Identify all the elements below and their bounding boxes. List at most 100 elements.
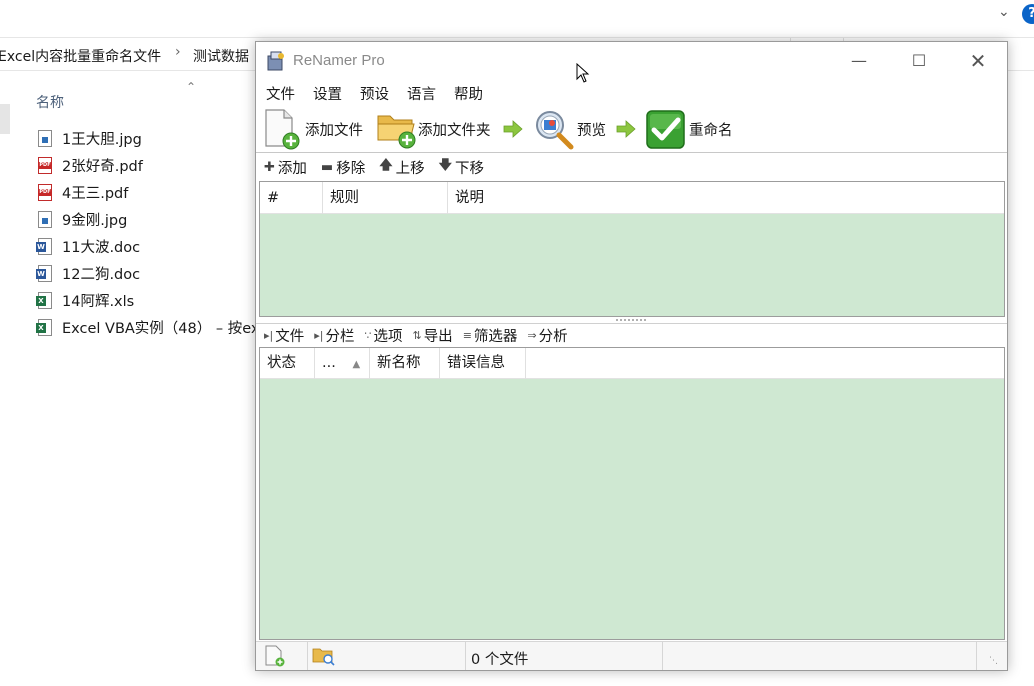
word-file-icon <box>36 238 52 255</box>
menu-presets[interactable]: 预设 <box>350 80 389 106</box>
menu-file[interactable]: 文件 <box>256 80 295 106</box>
add-rule-button[interactable]: ✚ 添加 <box>264 157 307 178</box>
add-folders-button[interactable]: 添加文件夹 <box>376 106 491 152</box>
breadcrumb-item-current[interactable]: 测试数据 <box>193 46 249 66</box>
magnifier-icon <box>536 111 574 150</box>
sort-ascending-icon: ▲ <box>352 359 361 370</box>
column-header-number[interactable]: # <box>260 182 323 214</box>
export-icon: ⇅ <box>412 329 422 342</box>
list-item[interactable]: Excel VBA实例（48） – 按ex <box>36 314 259 341</box>
files-menu-button[interactable]: ▸| 文件 <box>264 325 304 346</box>
add-files-button[interactable]: 添加文件 <box>264 106 363 152</box>
file-name: 11大波.doc <box>62 240 141 256</box>
maximize-button[interactable]: ☐ <box>896 42 942 80</box>
column-header-description[interactable]: 说明 <box>448 182 1004 214</box>
menu-help[interactable]: 帮助 <box>444 80 483 106</box>
list-item[interactable]: 1王大胆.jpg <box>38 125 259 152</box>
breadcrumb-item-parent[interactable]: Excel内容批量重命名文件 <box>0 46 161 66</box>
add-folder-icon <box>377 115 416 149</box>
file-name: 2张好奇.pdf <box>62 159 143 175</box>
menu-settings[interactable]: 设置 <box>303 80 342 106</box>
files-table-header: 状态 ... ▲ 新名称 错误信息 <box>260 348 1004 379</box>
export-menu-button[interactable]: ⇅ 导出 <box>412 325 452 346</box>
mouse-cursor-icon <box>576 63 590 83</box>
columns-menu-button[interactable]: ▸| 分栏 <box>314 325 354 346</box>
status-add-file-cell[interactable] <box>256 642 308 670</box>
file-name: 14阿辉.xls <box>62 294 135 310</box>
move-down-label: 下移 <box>454 160 484 177</box>
menu-bar: 文件 设置 预设 语言 帮助 <box>256 80 1007 106</box>
column-header-name-label: ... <box>322 355 336 371</box>
status-count-cell <box>466 642 663 670</box>
list-item[interactable]: 9金刚.jpg <box>38 206 259 233</box>
remove-rule-label: 移除 <box>336 160 366 177</box>
list-item[interactable]: 4王三.pdf <box>38 179 259 206</box>
add-folders-label: 添加文件夹 <box>418 122 491 139</box>
arrow-right-icon <box>616 120 636 138</box>
column-header-name[interactable]: ... ▲ <box>315 348 370 379</box>
minimize-button[interactable]: — <box>836 42 882 80</box>
export-menu-label: 导出 <box>423 329 453 345</box>
sort-ascending-icon: ⌃ <box>186 80 197 94</box>
files-table[interactable]: 状态 ... ▲ 新名称 错误信息 <box>259 347 1005 640</box>
pdf-file-icon <box>38 157 52 174</box>
rename-button[interactable]: 重命名 <box>645 106 733 152</box>
add-file-icon <box>265 109 300 150</box>
rules-table-header: # 规则 说明 <box>260 182 1004 214</box>
remove-rule-button[interactable]: ▬ 移除 <box>321 157 365 178</box>
filter-icon: ≡ <box>462 329 472 342</box>
resize-grip-icon[interactable]: ⋱ <box>989 656 1001 668</box>
window-title: ReNamer Pro <box>293 52 385 69</box>
column-header-status[interactable]: 状态 <box>260 348 315 379</box>
breadcrumb-separator: › <box>175 44 181 60</box>
status-bar: 0 个文件 ⋱ <box>256 641 1007 670</box>
help-icon[interactable]: ? <box>1022 4 1034 24</box>
column-header-new-name[interactable]: 新名称 <box>370 348 440 379</box>
toolbar-divider <box>256 152 1007 154</box>
renamer-window: ReNamer Pro — ☐ ✕ 文件 设置 预设 语言 帮助 添加文件 添加… <box>255 41 1008 671</box>
search-folder-icon <box>312 648 335 666</box>
excel-file-icon <box>36 292 52 309</box>
file-name: 12二狗.doc <box>62 267 141 283</box>
move-up-label: 上移 <box>395 160 425 177</box>
filter-menu-button[interactable]: ≡ 筛选器 <box>463 325 518 346</box>
columns-menu-label: 分栏 <box>325 329 355 345</box>
chevron-down-icon[interactable]: ⌄ <box>998 4 1010 20</box>
jpg-file-icon <box>38 211 52 228</box>
add-rule-label: 添加 <box>277 160 307 177</box>
dropdown-icon: ▸| <box>264 329 274 342</box>
move-up-button[interactable]: 🡅 上移 <box>379 156 424 178</box>
move-down-button[interactable]: 🡇 下移 <box>439 156 484 178</box>
list-item[interactable]: 12二狗.doc <box>36 260 259 287</box>
options-icon: ∵ <box>364 329 372 342</box>
list-item[interactable]: 14阿辉.xls <box>36 287 259 314</box>
filter-menu-label: 筛选器 <box>473 329 518 345</box>
add-files-label: 添加文件 <box>305 122 363 139</box>
preview-label: 预览 <box>577 122 606 139</box>
minus-icon: ▬ <box>320 159 334 175</box>
dropdown-icon: ▸| <box>314 329 324 342</box>
list-item[interactable]: 2张好奇.pdf <box>38 152 259 179</box>
navigation-pane-item[interactable] <box>0 104 10 134</box>
status-add-folder-cell[interactable] <box>308 642 466 670</box>
close-button[interactable]: ✕ <box>955 42 1001 80</box>
analyze-menu-label: 分析 <box>538 329 568 345</box>
rules-table[interactable]: # 规则 说明 <box>259 181 1005 317</box>
column-header-rule[interactable]: 规则 <box>323 182 448 214</box>
arrow-down-icon: 🡇 <box>438 158 452 173</box>
rules-toolbar: ✚ 添加 ▬ 移除 🡅 上移 🡇 下移 <box>256 155 1007 179</box>
preview-button[interactable]: 预览 <box>533 106 606 152</box>
add-file-icon <box>265 645 285 667</box>
options-menu-button[interactable]: ∵ 选项 <box>364 325 402 346</box>
pdf-file-icon <box>38 184 52 201</box>
list-item[interactable]: 11大波.doc <box>36 233 259 260</box>
arrow-right-icon <box>503 120 523 138</box>
column-header-error[interactable]: 错误信息 <box>440 348 526 379</box>
jpg-file-icon <box>38 130 52 147</box>
column-header-name[interactable]: 名称 <box>36 92 64 112</box>
title-bar[interactable]: ReNamer Pro — ☐ ✕ <box>256 42 1007 80</box>
menu-language[interactable]: 语言 <box>397 80 436 106</box>
file-name: 1王大胆.jpg <box>62 132 142 148</box>
word-file-icon <box>36 265 52 282</box>
analyze-menu-button[interactable]: ⇒ 分析 <box>527 325 567 346</box>
